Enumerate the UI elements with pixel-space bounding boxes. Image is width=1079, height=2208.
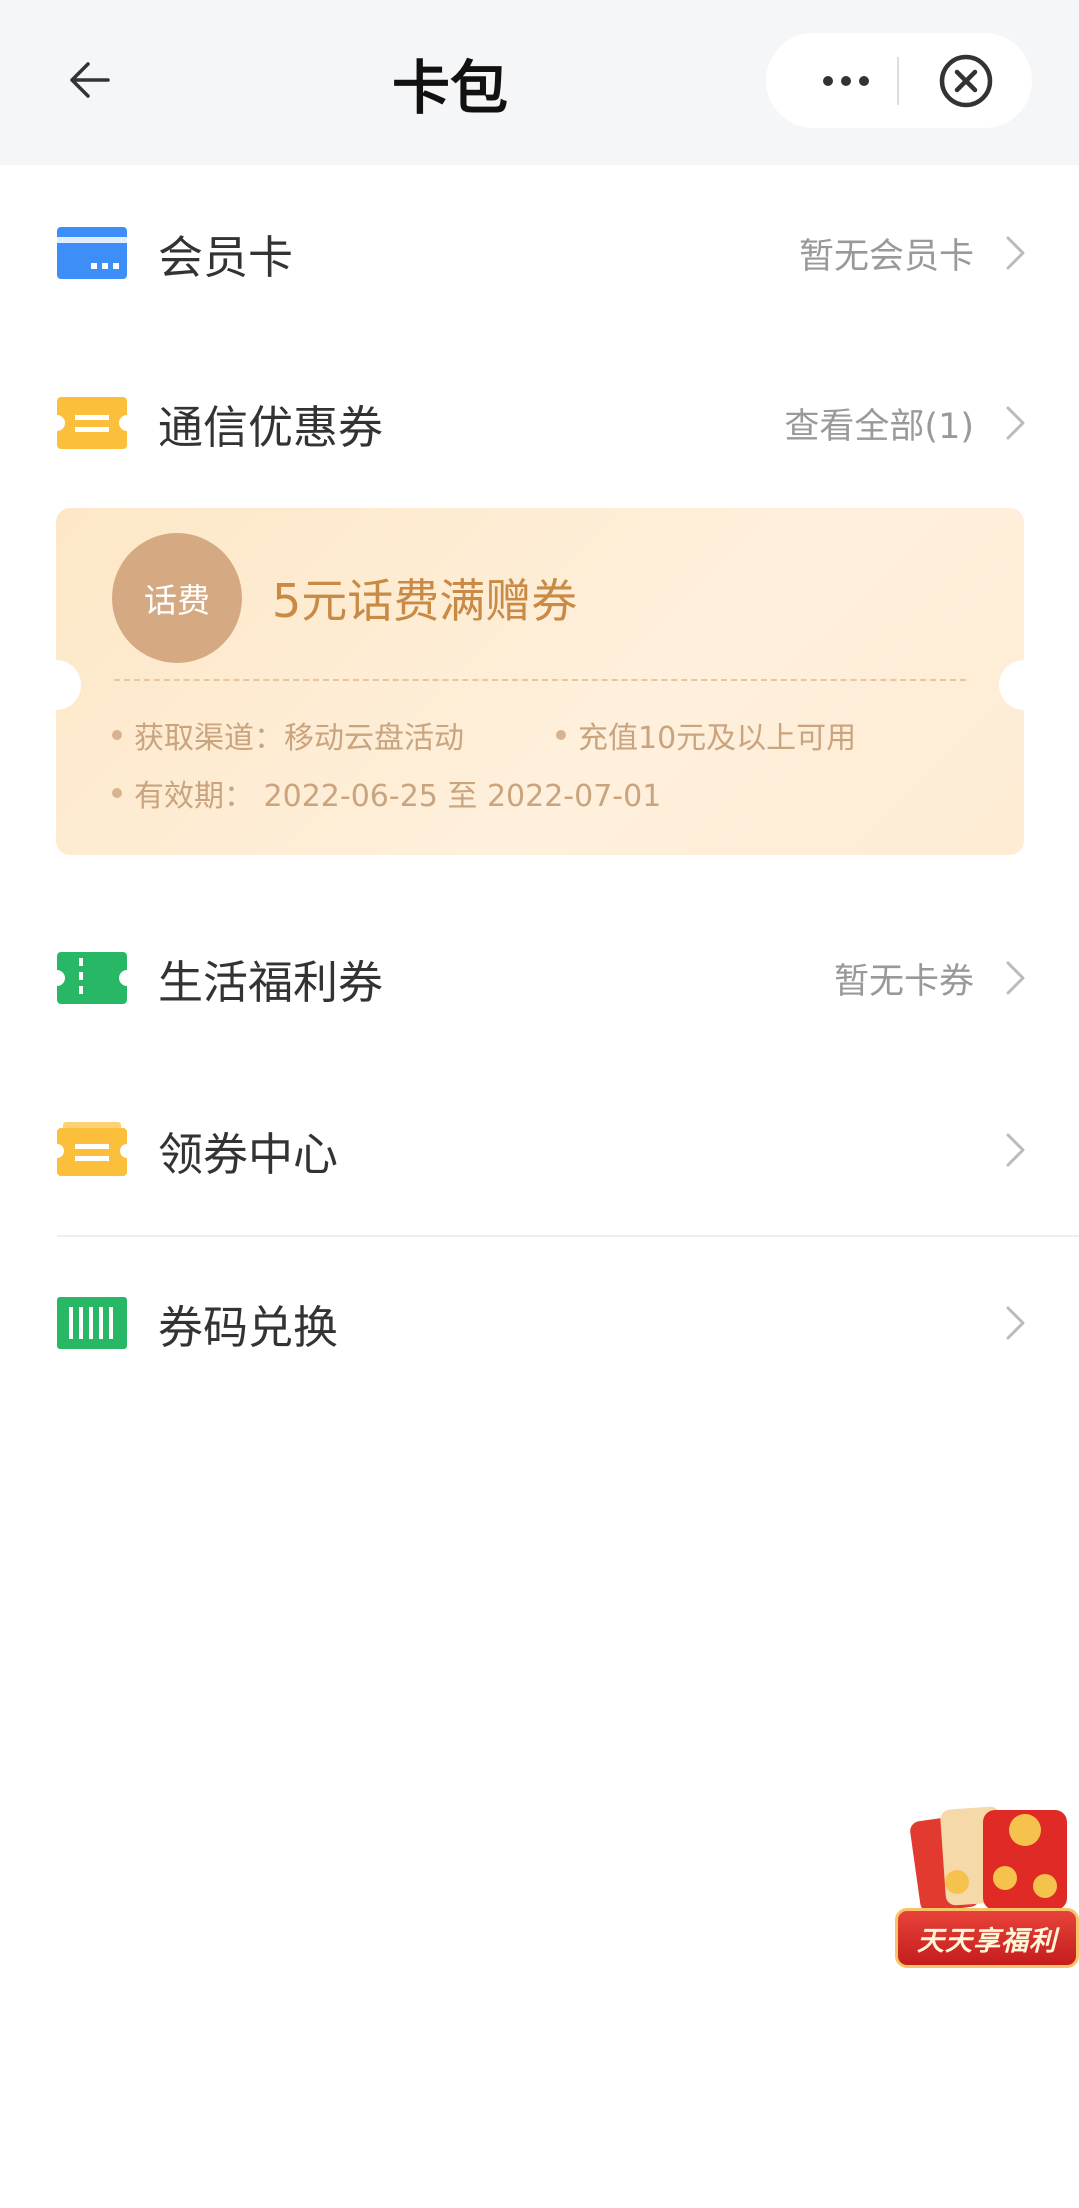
barcode-icon	[57, 1297, 127, 1349]
row-label: 领券中心	[158, 1127, 339, 1181]
list-divider	[57, 1235, 1079, 1237]
chevron-right-icon	[1006, 1133, 1025, 1167]
coupon-validity-text: 有效期： 2022-06-25 至 2022-07-01	[134, 779, 662, 814]
row-label: 生活福利券	[158, 955, 384, 1009]
coupon-channel: 获取渠道：移动云盘活动	[112, 713, 464, 757]
row-life-coupon[interactable]: 生活福利券 暂无卡券	[0, 893, 1079, 1063]
coupon-badge: 话费	[112, 533, 242, 663]
coupon-card[interactable]: 话费 5元话费满赠券 获取渠道：移动云盘活动 充值10元及以上可用 有效期： 2…	[56, 508, 1024, 855]
chevron-right-icon	[1006, 1306, 1025, 1340]
coupon-notch-left	[56, 660, 81, 710]
page-title: 卡包	[391, 53, 508, 122]
red-envelope-icon	[910, 1806, 1067, 1913]
row-telecom-coupon[interactable]: 通信优惠券 查看全部(1)	[0, 338, 1079, 508]
chevron-right-icon	[1006, 961, 1025, 995]
promo-banner: 天天享福利	[895, 1908, 1079, 1968]
row-value: 暂无会员卡	[798, 236, 974, 277]
mini-program-capsule	[766, 33, 1032, 128]
promo-widget[interactable]: 天天享福利	[895, 1800, 1079, 1972]
row-member-card[interactable]: 会员卡 暂无会员卡	[0, 168, 1079, 338]
row-code-redeem[interactable]: 券码兑换	[0, 1238, 1079, 1408]
more-button[interactable]	[796, 33, 896, 128]
ticket-icon	[57, 1122, 127, 1176]
ticket-icon	[57, 952, 127, 1004]
header-bar: 卡包	[0, 0, 1079, 165]
row-label: 券码兑换	[158, 1300, 339, 1354]
bullet-icon	[112, 730, 122, 740]
bullet-icon	[556, 730, 566, 740]
more-dots-icon	[823, 75, 869, 86]
coupon-channel-text: 获取渠道：移动云盘活动	[134, 721, 464, 756]
coupon-title: 5元话费满赠券	[272, 574, 578, 628]
row-label: 会员卡	[158, 230, 294, 284]
chevron-right-icon	[1006, 236, 1025, 270]
row-value: 查看全部(1)	[784, 406, 974, 447]
coupon-notch-right	[999, 660, 1024, 710]
row-coupon-center[interactable]: 领券中心	[0, 1065, 1079, 1235]
card-icon	[57, 227, 127, 279]
row-value: 暂无卡券	[833, 961, 974, 1002]
chevron-right-icon	[1006, 406, 1025, 440]
bullet-icon	[112, 788, 122, 798]
coupon-condition-text: 充值10元及以上可用	[578, 721, 857, 756]
coupon-condition: 充值10元及以上可用	[556, 713, 856, 757]
capsule-divider	[897, 57, 899, 105]
close-button[interactable]	[916, 33, 1016, 128]
row-label: 通信优惠券	[158, 400, 384, 454]
coupon-divider	[114, 679, 966, 681]
close-circle-icon	[939, 54, 993, 107]
ticket-icon	[57, 397, 127, 449]
coupon-validity: 有效期： 2022-06-25 至 2022-07-01	[112, 771, 661, 815]
